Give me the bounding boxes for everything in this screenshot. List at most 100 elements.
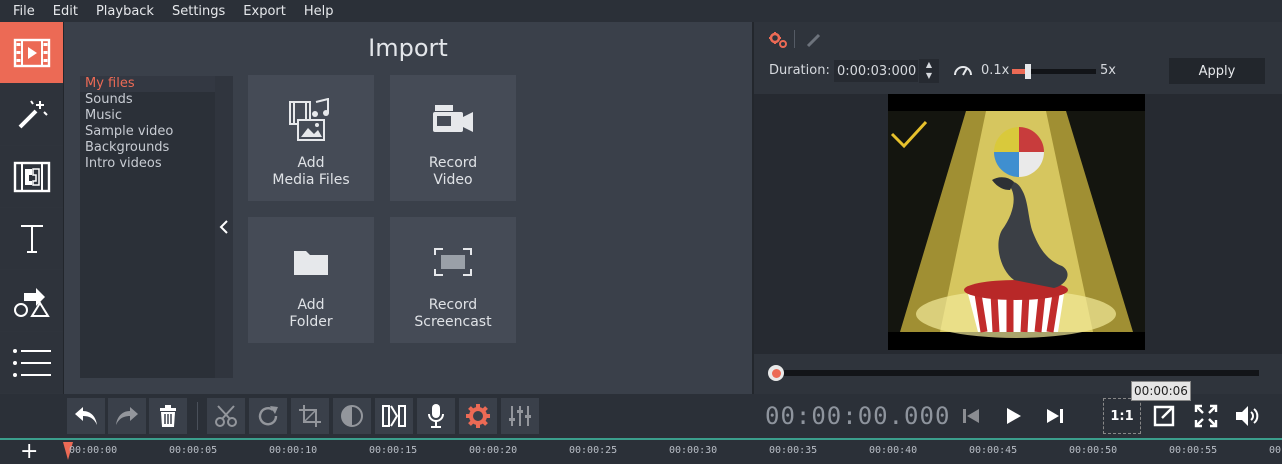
menu-settings[interactable]: Settings [163,4,234,19]
import-title: Import [368,34,448,62]
playhead-handle[interactable] [768,365,784,381]
apply-button[interactable]: Apply [1169,58,1265,84]
gear-icon [466,404,490,428]
duration-label: Duration: [769,63,830,78]
tool-sidebar [0,22,64,438]
aspect-ratio-button[interactable]: 1:1 [1103,398,1141,434]
video-camera-icon [433,105,473,132]
titles-tool-button[interactable] [0,208,63,270]
tile-video-line2: Video [433,172,473,188]
speed-max-label: 5x [1100,63,1116,78]
add-folder-button[interactable]: Add Folder [248,217,374,343]
speaker-icon [1236,406,1259,426]
clip-settings-icon[interactable] [768,30,790,50]
tick-label: 00:00:25 [569,445,618,456]
color-adjust-button[interactable] [333,398,371,434]
duration-spinner[interactable]: ▲ ▼ [919,59,939,83]
redo-icon [116,407,138,425]
record-screencast-button[interactable]: Record Screencast [390,217,516,343]
equalizer-icon [509,406,531,426]
timeline-ruler[interactable]: + 00:00:00 00:00:05 00:00:10 00:00:15 00… [0,438,1282,464]
microphone-icon [428,404,444,428]
tick-label: 00:00:15 [369,445,418,456]
filters-tool-button[interactable] [0,84,63,146]
add-track-button[interactable]: + [20,441,38,463]
tick-label: 00:00:55 [1169,445,1218,456]
stickers-tool-button[interactable] [0,270,63,332]
category-music[interactable]: Music [80,108,215,124]
add-media-files-button[interactable]: Add Media Files [248,75,374,201]
skip-forward-icon [1047,409,1063,423]
rotate-button[interactable] [249,398,287,434]
playback-scrub-area [754,354,1282,394]
playback-progress-bar[interactable] [775,370,1259,376]
transition-wizard-button[interactable] [375,398,413,434]
editing-toolbar: 00:00:00.000 1:1 [0,394,1282,438]
skip-back-icon [963,409,979,423]
redo-button[interactable] [108,398,146,434]
tick-label: 00:00:05 [169,445,218,456]
chevron-left-icon [219,220,228,234]
external-window-icon [1153,405,1175,427]
film-play-icon [13,38,50,67]
menu-help[interactable]: Help [295,4,343,19]
preview-frame [888,94,1145,350]
duration-field[interactable]: 0:00:03:000 [834,60,918,82]
pencil-icon[interactable] [806,32,822,48]
speed-slider[interactable] [1012,64,1096,79]
speed-slider-handle[interactable] [1025,64,1031,79]
text-icon [20,224,43,253]
menu-edit[interactable]: Edit [44,4,87,19]
category-list: My files Sounds Music Sample video Backg… [80,76,215,378]
cut-button[interactable] [207,398,245,434]
next-frame-button[interactable] [1036,398,1074,434]
record-video-button[interactable]: Record Video [390,75,516,201]
magic-wand-icon [18,99,48,128]
category-sample-video[interactable]: Sample video [80,124,215,140]
volume-button[interactable] [1229,398,1267,434]
tick-label: 00:00:45 [969,445,1018,456]
tick-label: 00:00:00 [69,445,118,456]
tile-video-line1: Record [428,155,478,171]
play-button[interactable] [994,398,1032,434]
tile-screencast-line2: Screencast [414,314,492,330]
menu-playback[interactable]: Playback [87,4,163,19]
transitions-tool-button[interactable] [0,146,63,208]
tick-label: 00:00:40 [869,445,918,456]
folder-icon [294,251,328,275]
timecode-display: 00:00:00.000 [765,402,951,430]
menu-bar: File Edit Playback Settings Export Help [0,0,1282,22]
collapse-sidebar-button[interactable] [215,76,233,378]
import-tool-button[interactable] [0,22,63,84]
crop-icon [299,405,321,427]
scissors-icon [215,405,237,427]
delete-button[interactable] [149,398,187,434]
media-files-icon [289,98,329,141]
shapes-icon [13,287,50,317]
timeline-tooltip: 00:00:06 [1131,381,1191,401]
audio-mixer-button[interactable] [501,398,539,434]
transition-icon [382,405,406,427]
record-audio-button[interactable] [417,398,455,434]
menu-export[interactable]: Export [234,4,295,19]
fullscreen-button[interactable] [1187,398,1225,434]
tile-media-line1: Add [297,155,325,171]
film-transition-icon [13,161,50,192]
menu-file[interactable]: File [4,4,44,19]
clip-properties-button[interactable] [459,398,497,434]
detach-preview-button[interactable] [1145,398,1183,434]
crop-button[interactable] [291,398,329,434]
tick-label: 00:00:35 [769,445,818,456]
undo-button[interactable] [67,398,105,434]
category-intro-videos[interactable]: Intro videos [80,156,215,172]
tile-media-line2: Media Files [272,172,350,188]
screencast-icon [434,248,472,276]
previous-frame-button[interactable] [952,398,990,434]
tick-label: 00:00:10 [269,445,318,456]
category-backgrounds[interactable]: Backgrounds [80,140,215,156]
category-my-files[interactable]: My files [80,76,215,92]
category-sounds[interactable]: Sounds [80,92,215,108]
more-tools-button[interactable] [0,332,63,394]
toolbar-separator [794,30,795,48]
play-icon [1007,408,1021,424]
